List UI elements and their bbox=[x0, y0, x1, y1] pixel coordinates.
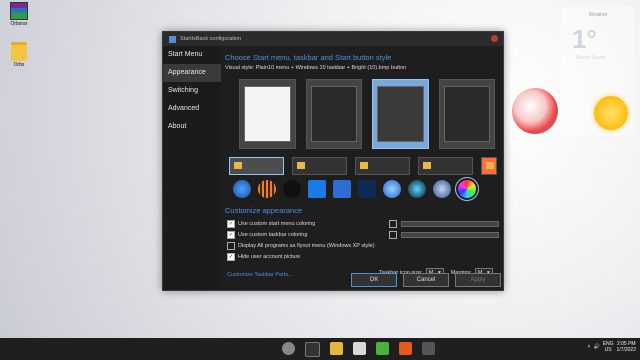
weather-condition: Mostly Sunny bbox=[576, 55, 607, 61]
start-menu-style-thumbnails bbox=[239, 79, 495, 155]
cancel-button[interactable]: Cancel bbox=[403, 273, 449, 287]
sun-icon bbox=[594, 96, 628, 130]
start-menu-style-option[interactable] bbox=[305, 79, 362, 149]
checkbox[interactable]: ✓ bbox=[227, 252, 235, 261]
taskbar-style-option-selected[interactable] bbox=[229, 157, 284, 175]
taskbar-style-option[interactable] bbox=[418, 157, 473, 175]
sidebar-item-appearance[interactable]: Appearance bbox=[163, 64, 221, 82]
weather-title: Weather bbox=[588, 12, 608, 18]
start-orb-icon[interactable] bbox=[282, 342, 295, 355]
option-flyout-all-programs[interactable]: Display All programs as flyout menu (Win… bbox=[227, 240, 387, 251]
title-bar[interactable]: StartIsBack configuration bbox=[163, 32, 503, 46]
window-title: StartIsBack configuration bbox=[180, 36, 242, 42]
taskbar-color-slider-row bbox=[389, 229, 499, 240]
app-icon[interactable] bbox=[353, 342, 366, 355]
weather-temperature: 1° bbox=[572, 24, 597, 54]
taskbar-style-option[interactable] bbox=[355, 157, 410, 175]
start-orb-option[interactable] bbox=[258, 180, 276, 198]
option-label: Hide user account picture bbox=[238, 253, 301, 260]
start-orb-option[interactable] bbox=[308, 180, 326, 198]
option-label: Display All programs as flyout menu (Win… bbox=[238, 242, 375, 249]
language-indicator[interactable]: ENG US bbox=[603, 341, 614, 353]
taskbar-style-options bbox=[229, 157, 497, 175]
terminal-icon[interactable] bbox=[305, 342, 320, 357]
option-label: Use custom start menu coloring bbox=[238, 220, 316, 227]
sidebar-item-about[interactable]: About bbox=[163, 118, 221, 136]
taskbar-opacity-slider[interactable] bbox=[401, 231, 499, 238]
start-button-orbs bbox=[225, 177, 509, 201]
sidebar-item-start-menu[interactable]: Start Menu bbox=[163, 46, 221, 64]
sidebar-item-advanced[interactable]: Advanced bbox=[163, 100, 221, 118]
taskbar-pinned-apps bbox=[282, 342, 435, 357]
option-label: Use custom taskbar coloring bbox=[238, 231, 308, 238]
appearance-options: ✓ Use custom start menu coloring ✓ Use c… bbox=[227, 218, 387, 262]
desktop-icon-label: Orbs bbox=[13, 62, 25, 68]
start-orb-option[interactable] bbox=[383, 180, 401, 198]
start-orb-option[interactable] bbox=[408, 180, 426, 198]
app-icon[interactable] bbox=[399, 342, 412, 355]
sidebar-item-switching[interactable]: Switching bbox=[163, 82, 221, 100]
start-orb-option-selected[interactable] bbox=[455, 177, 479, 201]
start-menu-style-option[interactable] bbox=[438, 79, 495, 149]
option-hide-user-picture[interactable]: ✓ Hide user account picture bbox=[227, 251, 387, 262]
winrar-archive-icon bbox=[10, 2, 28, 20]
apply-button[interactable]: Apply bbox=[455, 273, 501, 287]
desktop-icon-label: Orbsrar bbox=[10, 21, 28, 27]
checkbox[interactable] bbox=[227, 241, 235, 250]
taskbar-style-option[interactable] bbox=[292, 157, 347, 175]
chevron-up-icon[interactable]: ˄ bbox=[588, 344, 591, 350]
start-menu-opacity-slider[interactable] bbox=[401, 220, 499, 227]
start-menu-style-option[interactable] bbox=[239, 79, 296, 149]
start-orb-option[interactable] bbox=[433, 180, 451, 198]
robot-wallpaper-graphic bbox=[512, 88, 558, 134]
startisback-config-window: StartIsBack configuration Start Menu App… bbox=[162, 31, 504, 291]
camtasia-icon[interactable] bbox=[376, 342, 389, 355]
main-panel: Choose Start menu, taskbar and Start but… bbox=[225, 46, 501, 290]
option-custom-taskbar-coloring[interactable]: ✓ Use custom taskbar coloring bbox=[227, 229, 387, 240]
file-explorer-icon[interactable] bbox=[330, 342, 343, 355]
start-orb-option[interactable] bbox=[333, 180, 351, 198]
option-custom-start-menu-coloring[interactable]: ✓ Use custom start menu coloring bbox=[227, 218, 387, 229]
clock[interactable]: 2:05 PM 1/7/2022 bbox=[617, 341, 636, 353]
desktop-icon-orbs[interactable]: Orbs bbox=[6, 42, 32, 68]
sidebar: Start Menu Appearance Switching Advanced… bbox=[163, 46, 221, 290]
taskbar: ˄ 🔊 ENG US 2:05 PM 1/7/2022 bbox=[0, 338, 640, 360]
folder-icon bbox=[11, 42, 27, 61]
speaker-icon[interactable]: 🔊 bbox=[593, 344, 599, 350]
color-sliders bbox=[389, 218, 499, 240]
start-menu-color-slider-row bbox=[389, 218, 499, 229]
dialog-buttons: OK Cancel Apply bbox=[225, 273, 501, 287]
checkbox[interactable]: ✓ bbox=[227, 219, 235, 228]
checkbox[interactable]: ✓ bbox=[227, 230, 235, 239]
desktop-icon-orbsrar[interactable]: Orbsrar bbox=[6, 2, 32, 27]
system-tray: ˄ 🔊 ENG US 2:05 PM 1/7/2022 bbox=[588, 341, 636, 353]
start-menu-style-option-selected[interactable] bbox=[372, 79, 429, 149]
app-icon[interactable] bbox=[422, 342, 435, 355]
customize-heading: Customize appearance bbox=[225, 206, 303, 215]
start-orb-option[interactable] bbox=[233, 180, 251, 198]
style-heading: Choose Start menu, taskbar and Start but… bbox=[225, 53, 392, 62]
start-orb-option[interactable] bbox=[283, 180, 301, 198]
checkbox[interactable] bbox=[389, 230, 397, 239]
visual-style-text: Visual style: Plain10 menu + Windows 10 … bbox=[225, 65, 407, 71]
checkbox[interactable] bbox=[389, 219, 397, 228]
taskbar-style-option[interactable] bbox=[481, 157, 497, 175]
close-icon[interactable] bbox=[491, 35, 498, 42]
start-orb-option[interactable] bbox=[358, 180, 376, 198]
ok-button[interactable]: OK bbox=[351, 273, 397, 287]
app-icon bbox=[169, 35, 176, 43]
